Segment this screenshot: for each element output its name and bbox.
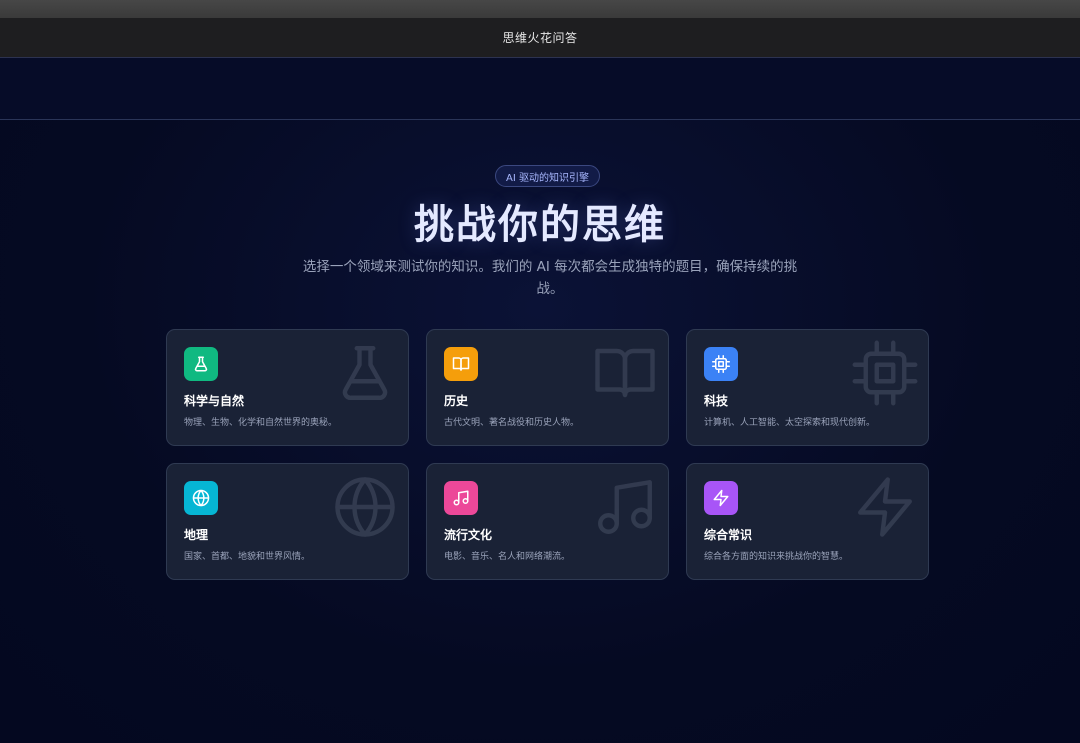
lightning-icon — [704, 481, 738, 515]
card-description: 计算机、人工智能、太空探索和现代创新。 — [704, 418, 876, 428]
book-watermark-icon — [595, 348, 655, 398]
card-description: 古代文明、著名战役和历史人物。 — [444, 418, 580, 428]
flask-watermark-icon — [342, 346, 388, 400]
card-title: 科学与自然 — [184, 394, 245, 408]
window-title: 思维火花问答 — [502, 31, 578, 45]
hero-title: 挑战你的思维 — [414, 202, 666, 248]
card-title: 历史 — [444, 394, 469, 408]
category-card-geography[interactable]: 地理 国家、首都、地貌和世界风情。 — [166, 463, 409, 580]
lightning-watermark-icon — [858, 477, 912, 537]
card-title: 地理 — [184, 528, 209, 542]
globe-icon — [184, 481, 218, 515]
card-title: 科技 — [704, 394, 729, 408]
chip-watermark-icon — [852, 340, 918, 406]
ai-badge: AI 驱动的知识引擎 — [495, 165, 600, 187]
card-description: 电影、音乐、名人和网络潮流。 — [444, 552, 571, 562]
chip-icon — [704, 347, 738, 381]
category-card-pop-culture[interactable]: 流行文化 电影、音乐、名人和网络潮流。 — [426, 463, 669, 580]
category-card-science[interactable]: 科学与自然 物理、生物、化学和自然世界的奥秘。 — [166, 329, 409, 446]
music-watermark-icon — [598, 480, 652, 534]
card-description: 国家、首都、地貌和世界风情。 — [184, 552, 311, 562]
category-card-technology[interactable]: 科技 计算机、人工智能、太空探索和现代创新。 — [686, 329, 929, 446]
card-title: 流行文化 — [444, 528, 493, 542]
hero-subtitle: 选择一个领域来测试你的知识。我们的 AI 每次都会生成独特的题目，确保持续的挑战… — [302, 259, 798, 297]
category-card-history[interactable]: 历史 古代文明、著名战役和历史人物。 — [426, 329, 669, 446]
top-nav-band — [0, 58, 1080, 120]
card-description: 综合各方面的知识来挑战你的智慧。 — [704, 552, 849, 562]
card-title: 综合常识 — [704, 528, 753, 542]
category-card-general[interactable]: 综合常识 综合各方面的知识来挑战你的智慧。 — [686, 463, 929, 580]
window-title-bar: 思维火花问答 — [0, 18, 1080, 58]
flask-icon — [184, 347, 218, 381]
os-top-bar — [0, 0, 1080, 18]
globe-watermark-icon — [335, 477, 395, 537]
book-icon — [444, 347, 478, 381]
music-icon — [444, 481, 478, 515]
card-description: 物理、生物、化学和自然世界的奥秘。 — [184, 418, 338, 428]
